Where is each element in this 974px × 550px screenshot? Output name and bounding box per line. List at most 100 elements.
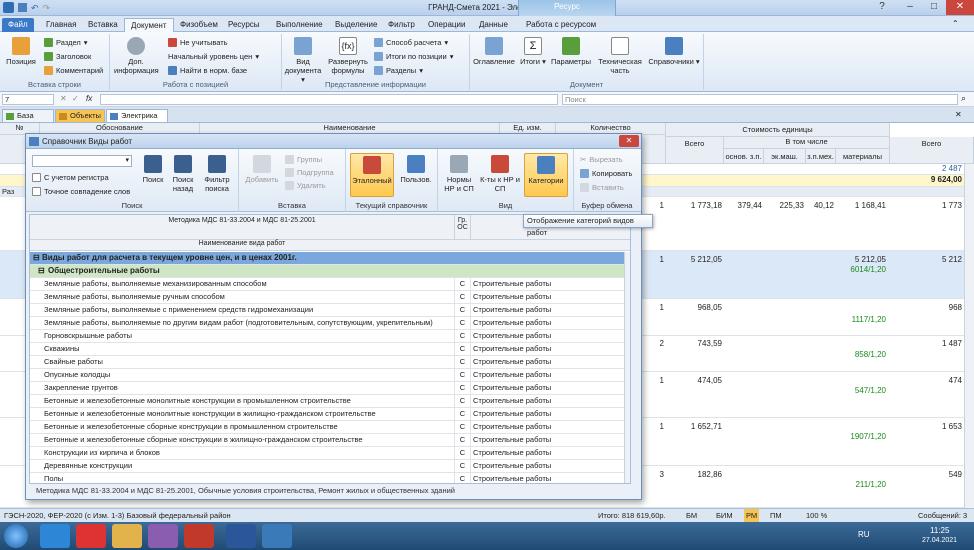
- col-header-zpmeh[interactable]: з.п.мех.: [806, 149, 836, 164]
- save-icon[interactable]: [18, 3, 27, 12]
- cell-address-input[interactable]: 7: [2, 94, 54, 105]
- copy-button[interactable]: Копировать: [580, 169, 632, 178]
- header-name[interactable]: Наименование вида работ: [30, 240, 454, 251]
- undo-icon[interactable]: ↶: [31, 3, 39, 14]
- tab-execution[interactable]: Выполнение: [270, 18, 329, 32]
- list-item[interactable]: Бетонные и железобетонные сборные констр…: [30, 434, 630, 447]
- tree-group-row[interactable]: ⊟ Общестроительные работы: [30, 265, 630, 278]
- totals-button[interactable]: Σ Итоги ▾: [518, 37, 548, 66]
- totals-by-position-button[interactable]: Итоги по позиции ▾: [374, 52, 453, 61]
- add-button[interactable]: Добавить: [245, 155, 279, 184]
- tab-document[interactable]: Документ: [124, 18, 174, 32]
- ne-uchityvat-button[interactable]: Не учитывать: [168, 38, 228, 47]
- delete-button[interactable]: Удалить: [285, 181, 326, 190]
- cut-button[interactable]: ✂ Вырезать: [580, 155, 623, 164]
- toc-button[interactable]: Оглавление: [472, 37, 516, 66]
- yandex-icon[interactable]: [76, 524, 106, 548]
- help-icon[interactable]: ?: [870, 0, 894, 15]
- categories-button[interactable]: Категории: [524, 153, 568, 197]
- list-item[interactable]: Горновскрышные работы С Строительные работ…: [30, 330, 630, 343]
- cancel-icon[interactable]: ✕: [60, 94, 67, 103]
- col-header-stoim[interactable]: Стоимость единицы: [666, 123, 890, 137]
- search-back-button[interactable]: Поиск назад: [170, 155, 196, 193]
- doctab-base[interactable]: База: [2, 109, 54, 122]
- status-zoom[interactable]: 100 %: [806, 509, 827, 522]
- search-button[interactable]: Поиск: [140, 155, 166, 184]
- list-item[interactable]: Земляные работы, выполняемые механизиров…: [30, 278, 630, 291]
- list-item[interactable]: Скважины С Строительные работы: [30, 343, 630, 356]
- doctab-objects[interactable]: Объекты: [55, 109, 105, 122]
- dialog-scrollbar[interactable]: [624, 252, 630, 483]
- maximize-button[interactable]: □: [922, 0, 946, 15]
- minimize-button[interactable]: –: [898, 0, 922, 15]
- search-input[interactable]: Поиск: [562, 94, 958, 105]
- list-item[interactable]: Бетонные и железобетонные монолитные кон…: [30, 395, 630, 408]
- user-dir-button[interactable]: Пользов.: [398, 155, 434, 184]
- exact-checkbox[interactable]: Точное совпадение слов: [32, 187, 130, 196]
- tab-home[interactable]: Главная: [40, 18, 82, 32]
- norms-button[interactable]: Нормы НР и СП: [442, 155, 476, 193]
- case-checkbox[interactable]: С учетом регистра: [32, 173, 109, 182]
- search-icon[interactable]: ⌕: [961, 93, 966, 104]
- app3-icon[interactable]: [262, 524, 292, 548]
- directories-button[interactable]: Справочники ▾: [648, 37, 700, 66]
- ribbon-collapse-icon[interactable]: ⌃: [952, 19, 959, 28]
- dop-info-button[interactable]: Доп. информация: [114, 37, 159, 75]
- search-filter-button[interactable]: Фильтр поиска: [200, 155, 234, 193]
- tab-physvolume[interactable]: Физобъем: [174, 18, 224, 32]
- search-combo[interactable]: ▾: [32, 155, 132, 167]
- redo-icon[interactable]: ↷: [43, 3, 51, 14]
- etalon-button[interactable]: Эталонный: [350, 153, 394, 197]
- col-header-vtom[interactable]: В том числе: [724, 137, 890, 149]
- clock-time[interactable]: 11:25: [930, 526, 949, 535]
- list-item[interactable]: Свайные работы С Строительные работы: [30, 356, 630, 369]
- tab-insert[interactable]: Вставка: [82, 18, 124, 32]
- status-messages[interactable]: Сообщений: 3: [918, 509, 967, 522]
- language-indicator[interactable]: RU: [858, 530, 870, 539]
- app1-icon[interactable]: [148, 524, 178, 548]
- col-header-osn[interactable]: основ. з.п.: [724, 149, 764, 164]
- app-icon[interactable]: [3, 2, 14, 13]
- list-item[interactable]: Деревянные конструкции С Строительные рабо…: [30, 460, 630, 473]
- col-header-mat[interactable]: материалы: [836, 149, 890, 164]
- explorer-icon[interactable]: [112, 524, 142, 548]
- clock-date[interactable]: 27.04.2021: [922, 537, 957, 544]
- groups-button[interactable]: Группы: [285, 155, 322, 164]
- status-pm[interactable]: ПМ: [770, 509, 782, 522]
- position-button[interactable]: Позиция: [4, 37, 38, 66]
- word-icon[interactable]: [226, 524, 256, 548]
- col-header-vsego2[interactable]: Всего: [890, 137, 974, 164]
- list-item[interactable]: Полы С Строительные работы: [30, 473, 630, 483]
- status-rm[interactable]: РМ: [744, 509, 760, 522]
- tab-resource-work[interactable]: Работа с ресурсом: [520, 18, 602, 32]
- coefficients-button[interactable]: К-ты к НР и СП: [480, 155, 520, 193]
- status-bm[interactable]: БМ: [686, 509, 697, 522]
- find-in-base-button[interactable]: Найти в норм. базе: [168, 66, 247, 75]
- vertical-scrollbar[interactable]: [964, 164, 974, 508]
- formula-input[interactable]: [100, 94, 558, 105]
- confirm-icon[interactable]: ✓: [72, 94, 79, 103]
- header-method[interactable]: Методика МДС 81-33.2004 и МДС 81-25.2001: [30, 215, 454, 240]
- list-item[interactable]: Конструкции из кирпича и блоков С Строител…: [30, 447, 630, 460]
- list-item[interactable]: Закрепление грунтов С Строительные работы: [30, 382, 630, 395]
- col-header-eksp[interactable]: эк.маш.: [764, 149, 806, 164]
- collapse-icon[interactable]: ⊟: [33, 252, 40, 264]
- close-button[interactable]: ✕: [946, 0, 974, 15]
- collapse-icon[interactable]: ⊟: [38, 265, 45, 277]
- tab-selection[interactable]: Выделение: [329, 18, 383, 32]
- sections-button[interactable]: Разделы ▾: [374, 66, 423, 75]
- doc-view-button[interactable]: Вид документа ▾: [284, 37, 322, 84]
- subgroup-button[interactable]: Подгруппа: [285, 168, 334, 177]
- parameters-button[interactable]: Параметры: [550, 37, 592, 66]
- list-item[interactable]: Опускные колодцы С Строительные работы: [30, 369, 630, 382]
- doctab-elektrika[interactable]: Электрика: [106, 109, 168, 122]
- app2-icon[interactable]: [184, 524, 214, 548]
- tab-operations[interactable]: Операции: [422, 18, 471, 32]
- tree-root-row[interactable]: ⊟ Виды работ для расчета в текущем уровне…: [30, 252, 630, 265]
- list-item[interactable]: Земляные работы, выполняемые ручным спос…: [30, 291, 630, 304]
- tech-part-button[interactable]: Техническая часть: [594, 37, 646, 75]
- start-button[interactable]: [4, 524, 28, 548]
- start-price-level-button[interactable]: Начальный уровень цен ▾: [168, 52, 259, 61]
- ie-icon[interactable]: [40, 524, 70, 548]
- razdel-button[interactable]: Раздел ▾: [44, 38, 88, 47]
